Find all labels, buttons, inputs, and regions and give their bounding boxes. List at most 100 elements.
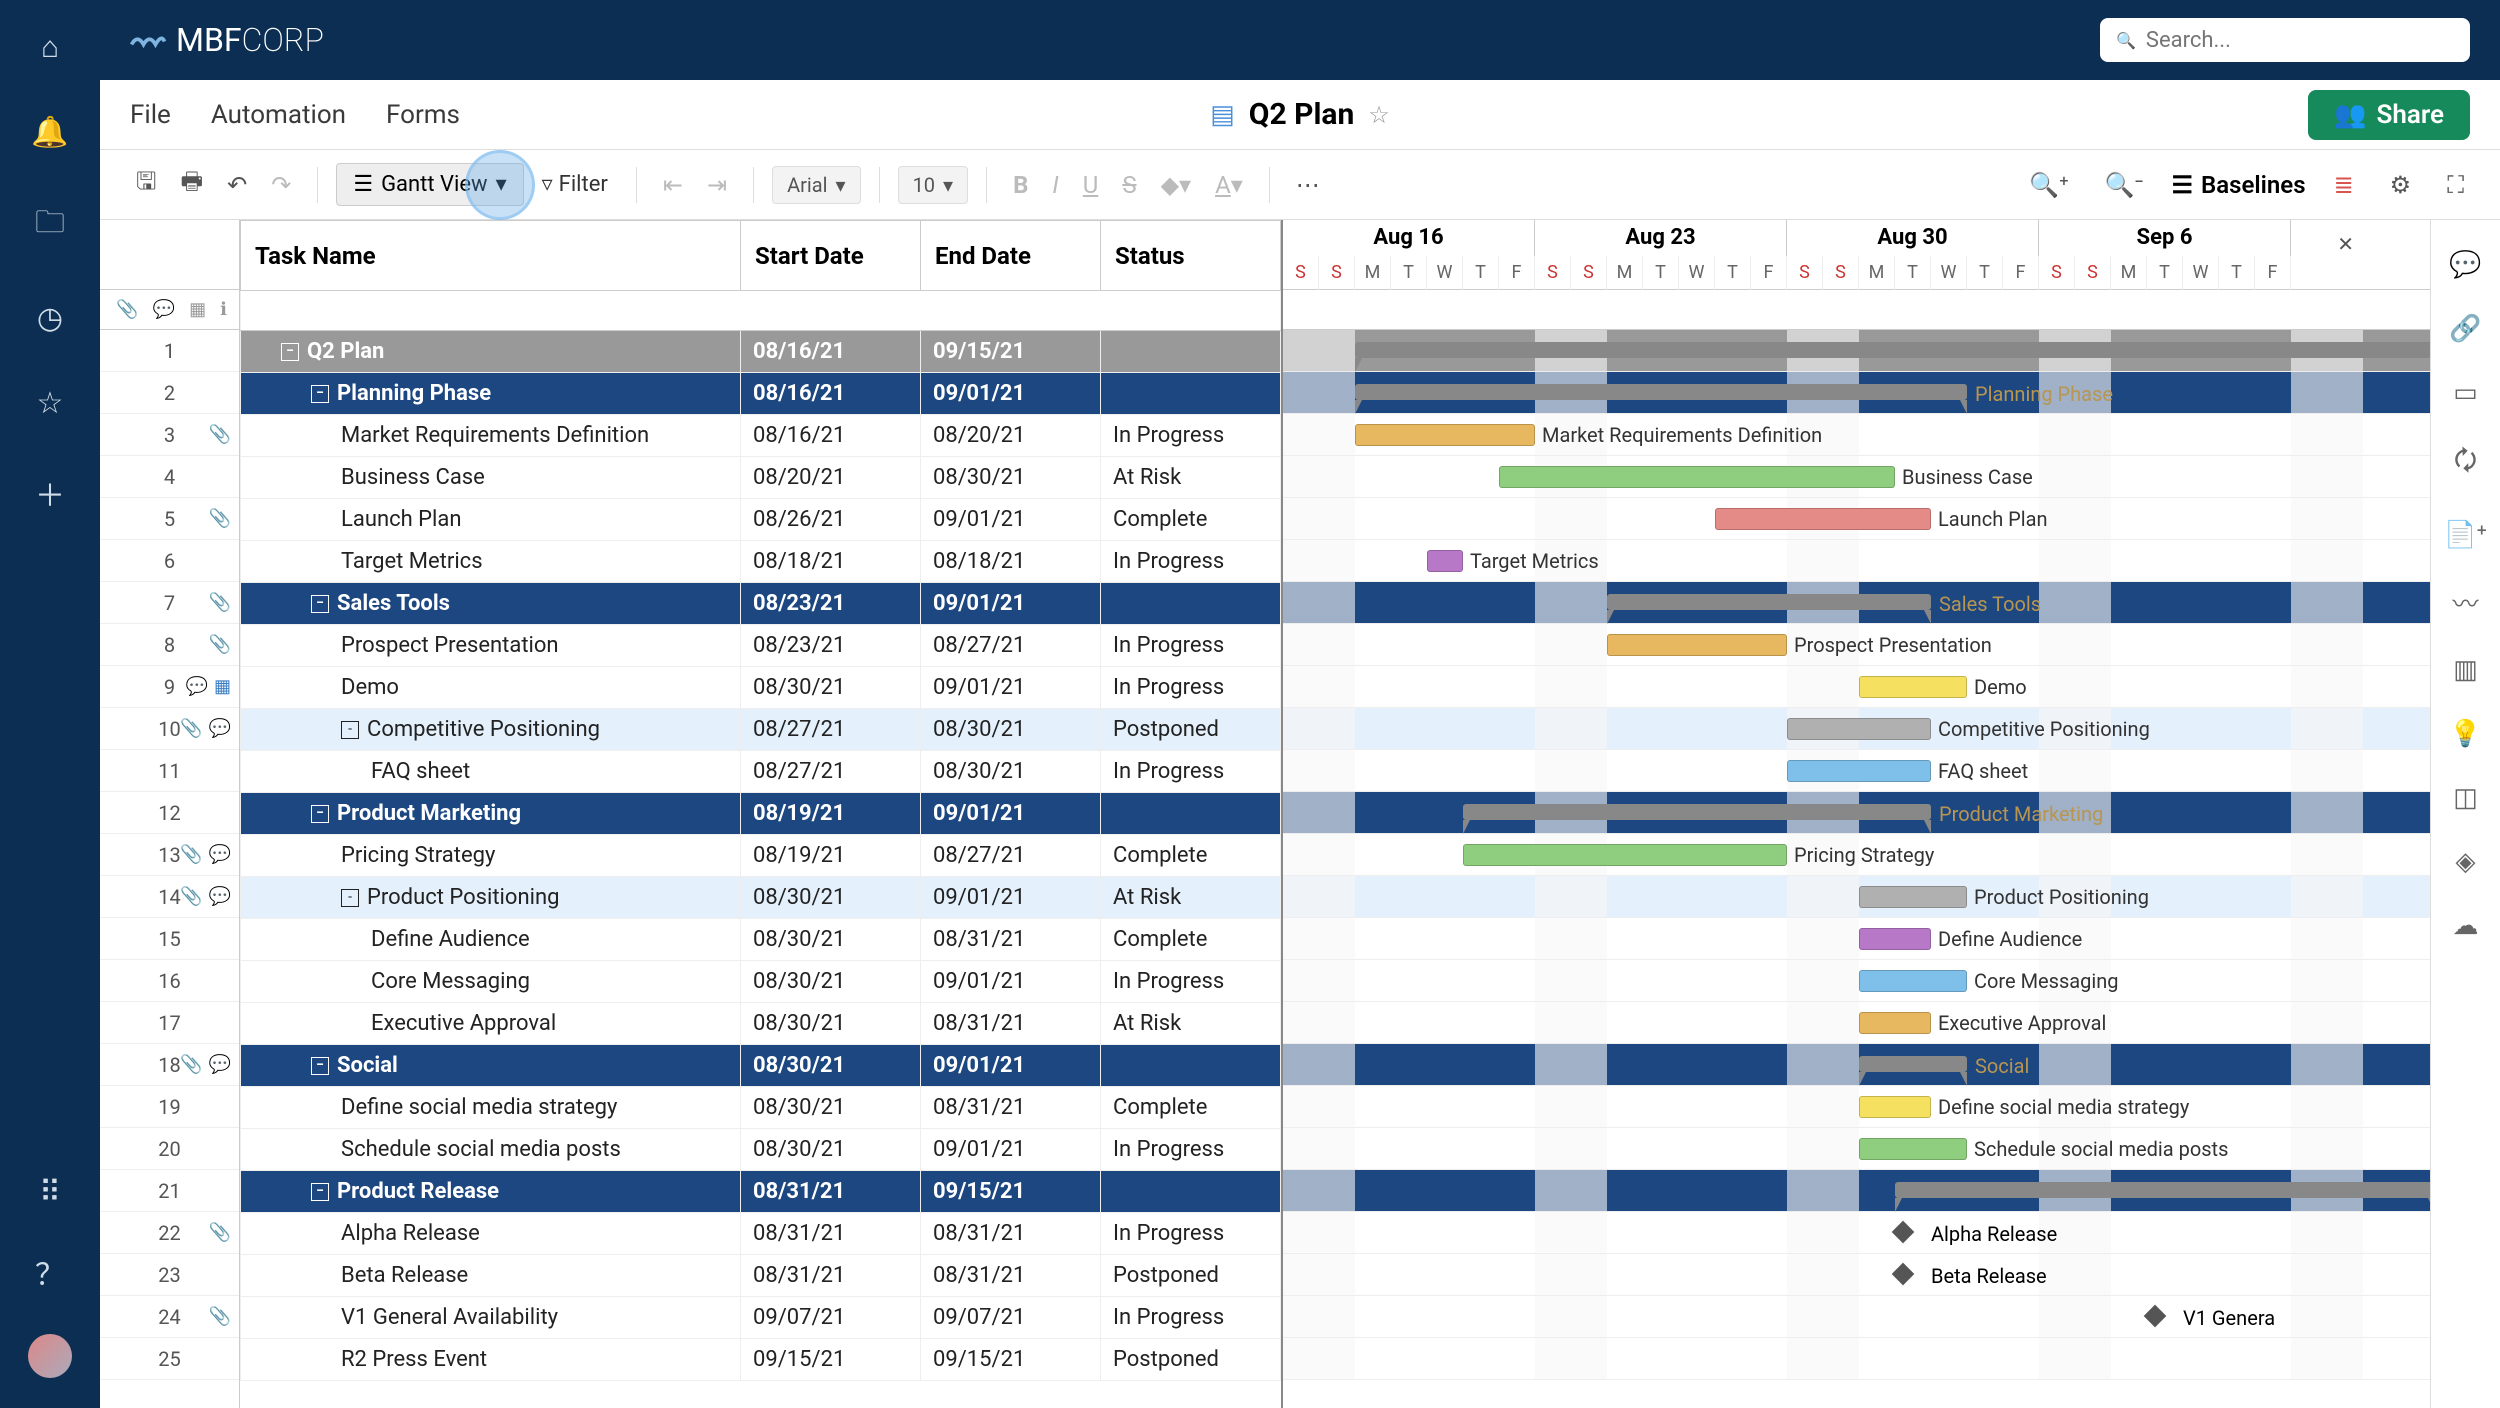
- favorite-star-icon[interactable]: ☆: [1368, 101, 1390, 129]
- status-cell[interactable]: In Progress: [1101, 541, 1281, 583]
- tab-forms[interactable]: Forms: [386, 100, 460, 130]
- fill-color-icon[interactable]: ◆▾: [1153, 163, 1200, 207]
- table-row[interactable]: −Product Marketing08/19/2109/01/21: [241, 793, 1281, 835]
- plus-icon[interactable]: ＋: [35, 471, 65, 515]
- gantt-task-bar[interactable]: Launch Plan: [1715, 508, 1931, 530]
- table-row[interactable]: Beta Release08/31/2108/31/21Postponed: [241, 1255, 1281, 1297]
- redo-icon[interactable]: ↷: [263, 163, 299, 207]
- clip-icon[interactable]: 📎: [209, 1306, 231, 1327]
- collapse-toggle-icon[interactable]: −: [281, 343, 299, 361]
- start-date-cell[interactable]: 09/07/21: [741, 1297, 921, 1339]
- end-date-cell[interactable]: 08/31/21: [921, 1255, 1101, 1297]
- row-number[interactable]: 3📎: [100, 414, 239, 456]
- row-number[interactable]: 23: [100, 1254, 239, 1296]
- gantt-summary-bar[interactable]: Sales Tools: [1607, 594, 1931, 610]
- gantt-row[interactable]: Product Positioning: [1283, 876, 2430, 918]
- gantt-row[interactable]: Business Case: [1283, 456, 2430, 498]
- row-number[interactable]: 7📎: [100, 582, 239, 624]
- gantt-row[interactable]: Schedule social media posts: [1283, 1128, 2430, 1170]
- end-date-cell[interactable]: 08/31/21: [921, 1003, 1101, 1045]
- start-date-cell[interactable]: 09/15/21: [741, 1339, 921, 1381]
- task-name-cell[interactable]: Launch Plan: [241, 499, 741, 541]
- end-date-cell[interactable]: 08/31/21: [921, 1087, 1101, 1129]
- status-cell[interactable]: Complete: [1101, 835, 1281, 877]
- status-cell[interactable]: In Progress: [1101, 1213, 1281, 1255]
- critical-path-icon[interactable]: ≣: [2326, 163, 2362, 207]
- gantt-row[interactable]: Market Requirements Definition: [1283, 414, 2430, 456]
- task-name-cell[interactable]: Beta Release: [241, 1255, 741, 1297]
- status-cell[interactable]: Postponed: [1101, 709, 1281, 751]
- clip-icon[interactable]: 📎: [180, 718, 202, 739]
- start-date-cell[interactable]: 08/16/21: [741, 415, 921, 457]
- clock-icon[interactable]: ◷: [37, 301, 63, 336]
- gantt-row[interactable]: Demo: [1283, 666, 2430, 708]
- row-number[interactable]: 17: [100, 1002, 239, 1044]
- task-name-cell[interactable]: Schedule social media posts: [241, 1129, 741, 1171]
- gear-icon[interactable]: ⚙: [2382, 163, 2420, 207]
- gantt-milestone[interactable]: [1892, 1263, 1915, 1286]
- status-cell[interactable]: At Risk: [1101, 877, 1281, 919]
- gantt-row[interactable]: [1283, 1170, 2430, 1212]
- task-name-cell[interactable]: Business Case: [241, 457, 741, 499]
- row-number[interactable]: 8📎: [100, 624, 239, 666]
- clip-icon[interactable]: 📎: [209, 592, 231, 613]
- end-date-cell[interactable]: 08/20/21: [921, 415, 1101, 457]
- gantt-task-bar[interactable]: Product Positioning: [1859, 886, 1967, 908]
- status-cell[interactable]: Complete: [1101, 1087, 1281, 1129]
- task-name-cell[interactable]: Core Messaging: [241, 961, 741, 1003]
- status-cell[interactable]: In Progress: [1101, 1129, 1281, 1171]
- end-date-cell[interactable]: 08/18/21: [921, 541, 1101, 583]
- table-row[interactable]: Launch Plan08/26/2109/01/21Complete: [241, 499, 1281, 541]
- task-name-cell[interactable]: −Q2 Plan: [241, 331, 741, 373]
- gantt-summary-bar[interactable]: [1895, 1182, 2430, 1198]
- end-date-cell[interactable]: 08/30/21: [921, 751, 1101, 793]
- gantt-row[interactable]: Target Metrics: [1283, 540, 2430, 582]
- table-row[interactable]: −Product Release08/31/2109/15/21: [241, 1171, 1281, 1213]
- end-date-cell[interactable]: 09/01/21: [921, 877, 1101, 919]
- status-cell[interactable]: [1101, 583, 1281, 625]
- task-name-cell[interactable]: V1 General Availability: [241, 1297, 741, 1339]
- collapse-toggle-icon[interactable]: −: [311, 385, 329, 403]
- end-date-cell[interactable]: 08/30/21: [921, 457, 1101, 499]
- gantt-row[interactable]: Pricing Strategy: [1283, 834, 2430, 876]
- gantt-task-bar[interactable]: Prospect Presentation: [1607, 634, 1787, 656]
- end-date-cell[interactable]: 09/15/21: [921, 1339, 1101, 1381]
- task-name-cell[interactable]: −Product Release: [241, 1171, 741, 1213]
- row-number[interactable]: 11: [100, 750, 239, 792]
- start-date-cell[interactable]: 08/30/21: [741, 1003, 921, 1045]
- row-number[interactable]: 2: [100, 372, 239, 414]
- home-icon[interactable]: ⌂: [41, 30, 59, 65]
- font-size-selector[interactable]: 10 ▾: [898, 166, 969, 204]
- bell-icon[interactable]: 🔔: [31, 115, 68, 150]
- start-date-cell[interactable]: 08/20/21: [741, 457, 921, 499]
- start-date-cell[interactable]: 08/30/21: [741, 1129, 921, 1171]
- table-row[interactable]: Prospect Presentation08/23/2108/27/21In …: [241, 625, 1281, 667]
- task-name-cell[interactable]: −Planning Phase: [241, 373, 741, 415]
- clip-icon[interactable]: 📎: [180, 1054, 202, 1075]
- gantt-row[interactable]: Beta Release: [1283, 1254, 2430, 1296]
- search-input[interactable]: [2146, 28, 2454, 53]
- row-number[interactable]: 14📎💬: [100, 876, 239, 918]
- gantt-row[interactable]: Launch Plan: [1283, 498, 2430, 540]
- start-date-cell[interactable]: 08/30/21: [741, 919, 921, 961]
- start-date-cell[interactable]: 08/30/21: [741, 1087, 921, 1129]
- end-date-cell[interactable]: 09/15/21: [921, 1171, 1101, 1213]
- clip-icon[interactable]: 📎: [180, 844, 202, 865]
- row-number[interactable]: 21: [100, 1170, 239, 1212]
- end-date-cell[interactable]: 09/07/21: [921, 1297, 1101, 1339]
- gantt-row[interactable]: Define social media strategy: [1283, 1086, 2430, 1128]
- gantt-row[interactable]: [1283, 330, 2430, 372]
- status-cell[interactable]: [1101, 331, 1281, 373]
- table-row[interactable]: Pricing Strategy08/19/2108/27/21Complete: [241, 835, 1281, 877]
- collapse-toggle-icon[interactable]: -: [341, 889, 359, 907]
- search-box[interactable]: 🔍: [2100, 18, 2470, 62]
- gantt-summary-bar[interactable]: Social: [1859, 1056, 1967, 1072]
- status-cell[interactable]: In Progress: [1101, 625, 1281, 667]
- end-date-cell[interactable]: 09/01/21: [921, 793, 1101, 835]
- end-date-cell[interactable]: 08/27/21: [921, 625, 1101, 667]
- chat-icon[interactable]: 💬: [209, 1054, 231, 1075]
- table-row[interactable]: Target Metrics08/18/2108/18/21In Progres…: [241, 541, 1281, 583]
- table-row[interactable]: Define social media strategy08/30/2108/3…: [241, 1087, 1281, 1129]
- status-cell[interactable]: [1101, 1171, 1281, 1213]
- gantt-summary-bar[interactable]: Planning Phase: [1355, 384, 1967, 400]
